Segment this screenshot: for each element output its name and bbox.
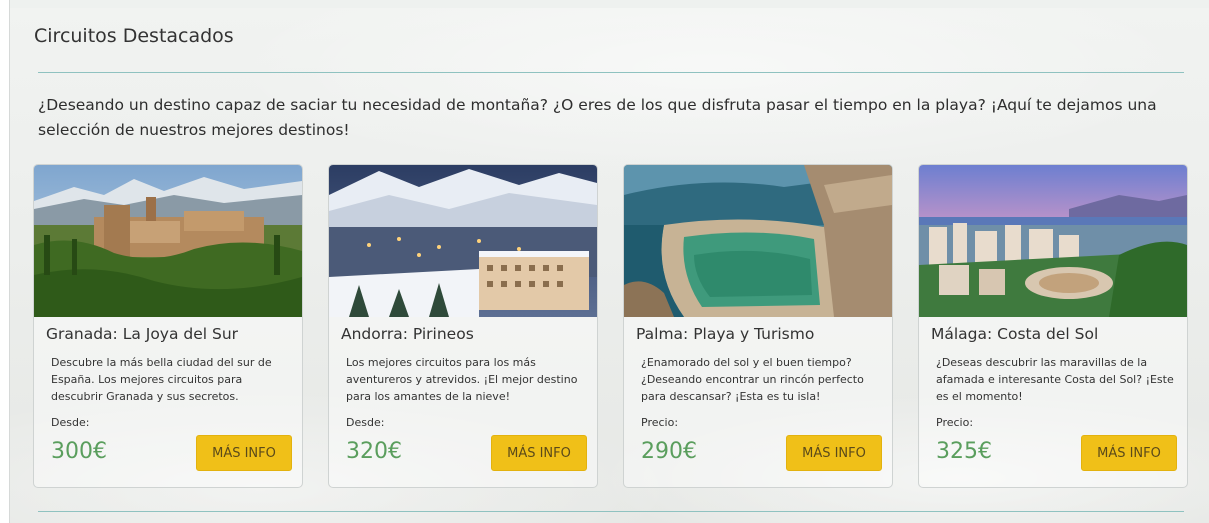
card-description: ¿Enamorado del sol y el buen tiempo? ¿De… <box>641 356 864 403</box>
price-value: 290€ <box>641 439 697 464</box>
section-intro: ¿Deseando un destino capaz de saciar tu … <box>38 96 1157 139</box>
destination-card-malaga: Málaga: Costa del Sol ¿Deseas descubrir … <box>918 164 1188 488</box>
more-info-button-malaga[interactable]: MÁS INFO <box>1081 435 1177 471</box>
card-description: Los mejores circuitos para los más avent… <box>346 356 578 403</box>
destination-card-palma: Palma: Playa y Turismo ¿Enamorado del so… <box>623 164 893 488</box>
palma-coastal-pool-image <box>624 165 892 317</box>
card-description: Descubre la más bella ciudad del sur de … <box>51 356 272 403</box>
price-label: Precio: <box>641 416 679 429</box>
card-description: ¿Deseas descubrir las maravillas de la a… <box>936 356 1174 403</box>
card-title: Granada: La Joya del Sur <box>46 325 239 343</box>
card-title: Málaga: Costa del Sol <box>931 325 1099 343</box>
card-title: Andorra: Pirineos <box>341 325 474 343</box>
price-label: Desde: <box>346 416 385 429</box>
price-label: Desde: <box>51 416 90 429</box>
more-info-button-granada[interactable]: MÁS INFO <box>196 435 292 471</box>
page-left-border <box>0 0 10 523</box>
andorra-snow-town-image <box>329 165 597 317</box>
price-value: 300€ <box>51 439 107 464</box>
price-value: 325€ <box>936 439 992 464</box>
card-title: Palma: Playa y Turismo <box>636 325 815 343</box>
granada-alhambra-image <box>34 165 302 317</box>
more-info-button-palma[interactable]: MÁS INFO <box>786 435 882 471</box>
featured-circuits-panel: Circuitos Destacados ¿Deseando un destin… <box>10 8 1209 523</box>
title-divider <box>38 72 1184 73</box>
section-title: Circuitos Destacados <box>34 25 234 47</box>
malaga-city-sunset-image <box>919 165 1187 317</box>
bottom-divider <box>38 511 1184 512</box>
destination-card-andorra: Andorra: Pirineos Los mejores circuitos … <box>328 164 598 488</box>
destination-card-granada: Granada: La Joya del Sur Descubre la más… <box>33 164 303 488</box>
more-info-button-andorra[interactable]: MÁS INFO <box>491 435 587 471</box>
price-value: 320€ <box>346 439 402 464</box>
price-label: Precio: <box>936 416 974 429</box>
